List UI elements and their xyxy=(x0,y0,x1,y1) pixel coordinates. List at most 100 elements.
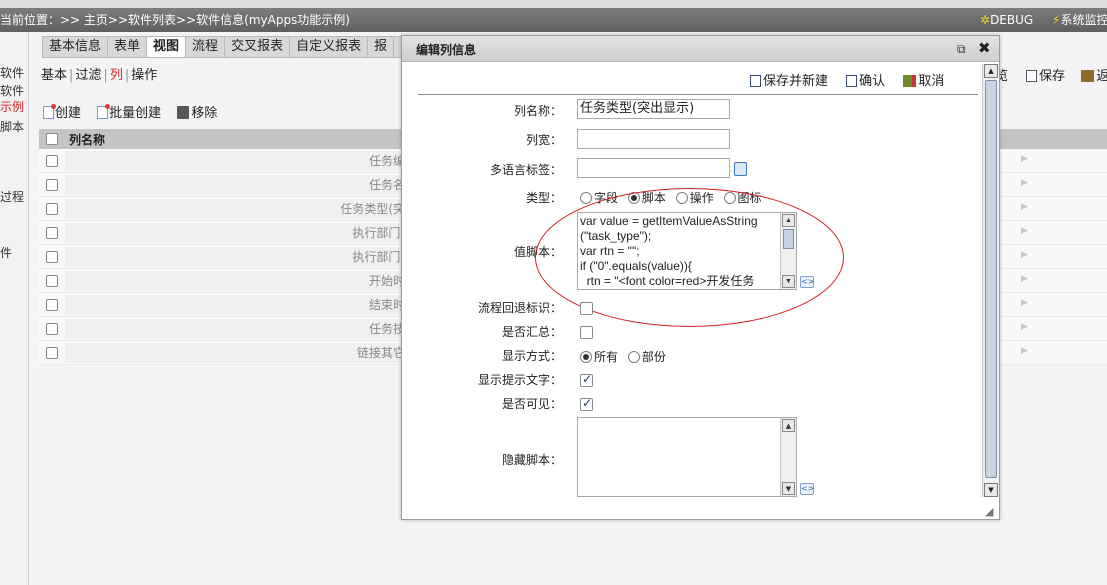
subnav-basic[interactable]: 基本 xyxy=(41,68,67,83)
tab-cross-report[interactable]: 交叉报表 xyxy=(225,37,291,57)
confirm-button[interactable]: 确认 xyxy=(846,70,885,89)
type-option-field-label: 字段 xyxy=(594,191,619,205)
subnav-operation[interactable]: 操作 xyxy=(131,68,157,83)
create-button[interactable]: 创建 xyxy=(43,102,81,121)
row-checkbox[interactable] xyxy=(46,179,58,191)
sub-nav: 基本 | 过滤 | 列 | 操作 xyxy=(41,64,157,83)
type-option-operation[interactable]: 操作 xyxy=(675,191,714,205)
radio-all[interactable] xyxy=(580,351,592,363)
left-nav-item[interactable]: 软件 xyxy=(0,82,24,99)
save-icon xyxy=(750,75,761,87)
display-mode-partial[interactable]: 部份 xyxy=(627,350,666,364)
row-checkbox[interactable] xyxy=(46,251,58,263)
type-option-icon[interactable]: 图标 xyxy=(723,191,762,205)
popout-icon[interactable]: ⧉ xyxy=(957,42,966,57)
back-button[interactable]: 返 xyxy=(1081,69,1107,84)
row-arrow-icon[interactable]: ▶ xyxy=(1021,274,1029,284)
hidden-script-scrollbar[interactable]: ▲ ▼ xyxy=(780,418,796,496)
debug-link[interactable]: ✲DEBUG xyxy=(980,8,1033,32)
row-arrow-icon[interactable]: ▶ xyxy=(1021,322,1029,332)
hidden-script-textarea[interactable]: ▲ ▼ xyxy=(577,417,797,497)
scroll-thumb[interactable] xyxy=(783,229,794,249)
tab-custom-report[interactable]: 自定义报表 xyxy=(290,37,369,57)
type-option-script[interactable]: 脚本 xyxy=(627,191,666,205)
dialog-title-bar[interactable]: 编辑列信息 ⧉ ✖ xyxy=(402,36,999,62)
tab-form[interactable]: 表单 xyxy=(108,37,148,57)
code-line: var value = getItemValueAsString xyxy=(580,214,758,228)
tab-view[interactable]: 视图 xyxy=(147,37,187,57)
scroll-up-icon[interactable]: ▲ xyxy=(782,419,795,432)
value-script-textarea[interactable]: var value = getItemValueAsString ("task_… xyxy=(577,212,797,290)
subnav-column[interactable]: 列 xyxy=(110,68,123,83)
display-mode-all[interactable]: 所有 xyxy=(580,350,618,364)
edit-column-dialog: 编辑列信息 ⧉ ✖ 保存并新建 确认 取消 列名称： 任务类型(突出显示) 列宽… xyxy=(401,35,1000,520)
dialog-scroll-up-icon[interactable]: ▲ xyxy=(984,64,998,78)
dialog-divider xyxy=(418,94,978,95)
row-column-name: 结束时 xyxy=(65,295,405,315)
row-checkbox[interactable] xyxy=(46,227,58,239)
row-checkbox[interactable] xyxy=(46,203,58,215)
top-bar: 当前位置：>> 主页>>软件列表>>软件信息(myApps功能示例) ✲DEBU… xyxy=(0,8,1107,32)
type-option-script-label: 脚本 xyxy=(641,191,666,205)
value-script-scrollbar[interactable]: ▲ ▼ xyxy=(780,213,796,289)
row-checkbox[interactable] xyxy=(46,347,58,359)
left-nav-pane: 软件 软件 示例 脚本 过程 件 xyxy=(0,32,29,585)
system-monitor-link[interactable]: ⚡系统监控 xyxy=(1052,8,1107,32)
scroll-up-icon[interactable]: ▲ xyxy=(782,214,795,227)
column-name-input[interactable]: 任务类型(突出显示) xyxy=(577,99,730,119)
back-icon xyxy=(1081,70,1095,82)
scroll-down-icon[interactable]: ▼ xyxy=(782,482,795,495)
row-checkbox[interactable] xyxy=(46,275,58,287)
row-column-name: 任务技 xyxy=(65,319,405,339)
show-tip-checkbox[interactable] xyxy=(580,372,593,387)
multilang-edit-icon[interactable] xyxy=(734,162,747,176)
visible-checkbox[interactable] xyxy=(580,396,593,411)
summary-label: 是否汇总： xyxy=(501,325,562,339)
cancel-button[interactable]: 取消 xyxy=(903,70,944,89)
row-checkbox[interactable] xyxy=(46,323,58,335)
radio-operation[interactable] xyxy=(675,192,688,204)
row-arrow-icon[interactable]: ▶ xyxy=(1021,202,1029,212)
left-nav-item[interactable]: 脚本 xyxy=(0,118,24,135)
tab-flow[interactable]: 流程 xyxy=(186,37,226,57)
save-button[interactable]: 保存 xyxy=(1026,69,1065,84)
multilang-input[interactable] xyxy=(577,158,730,178)
scroll-down-icon[interactable]: ▼ xyxy=(782,275,795,288)
back-label: 返 xyxy=(1096,69,1107,84)
row-arrow-icon[interactable]: ▶ xyxy=(1021,298,1029,308)
type-option-field[interactable]: 字段 xyxy=(580,191,618,205)
radio-field[interactable] xyxy=(580,192,592,204)
radio-icon[interactable] xyxy=(723,192,736,204)
left-nav-item[interactable]: 软件 xyxy=(0,64,24,81)
radio-partial[interactable] xyxy=(627,351,640,363)
flow-back-checkbox[interactable] xyxy=(580,302,593,315)
subnav-filter[interactable]: 过滤 xyxy=(75,68,101,83)
dialog-title: 编辑列信息 xyxy=(416,43,477,57)
row-checkbox[interactable] xyxy=(46,299,58,311)
close-icon[interactable]: ✖ xyxy=(978,39,991,57)
script-editor-icon[interactable]: <> xyxy=(800,276,814,288)
batch-create-button[interactable]: 批量创建 xyxy=(97,102,161,121)
tab-basic-info[interactable]: 基本信息 xyxy=(43,37,109,57)
row-arrow-icon[interactable]: ▶ xyxy=(1021,226,1029,236)
row-arrow-icon[interactable]: ▶ xyxy=(1021,178,1029,188)
column-width-input[interactable] xyxy=(577,129,730,149)
summary-checkbox[interactable] xyxy=(580,326,593,339)
left-nav-item[interactable]: 件 xyxy=(0,244,12,261)
row-checkbox[interactable] xyxy=(46,155,58,167)
dialog-scroll-thumb[interactable] xyxy=(985,80,997,478)
left-nav-item-active[interactable]: 示例 xyxy=(0,98,24,115)
row-arrow-icon[interactable]: ▶ xyxy=(1021,250,1029,260)
remove-button[interactable]: 移除 xyxy=(177,102,217,121)
hidden-script-editor-icon[interactable]: <> xyxy=(800,483,814,495)
left-nav-item[interactable]: 过程 xyxy=(0,188,24,205)
resize-grip-icon[interactable]: ◢ xyxy=(985,505,993,518)
select-all-checkbox[interactable] xyxy=(46,133,58,145)
row-arrow-icon[interactable]: ▶ xyxy=(1021,154,1029,164)
radio-script[interactable] xyxy=(627,192,640,204)
dialog-scrollbar[interactable]: ▲ ▼ xyxy=(982,64,999,497)
dialog-scroll-down-icon[interactable]: ▼ xyxy=(984,483,998,497)
row-arrow-icon[interactable]: ▶ xyxy=(1021,346,1029,356)
tab-report-partial[interactable]: 报 xyxy=(368,37,395,57)
save-and-new-button[interactable]: 保存并新建 xyxy=(750,70,828,89)
